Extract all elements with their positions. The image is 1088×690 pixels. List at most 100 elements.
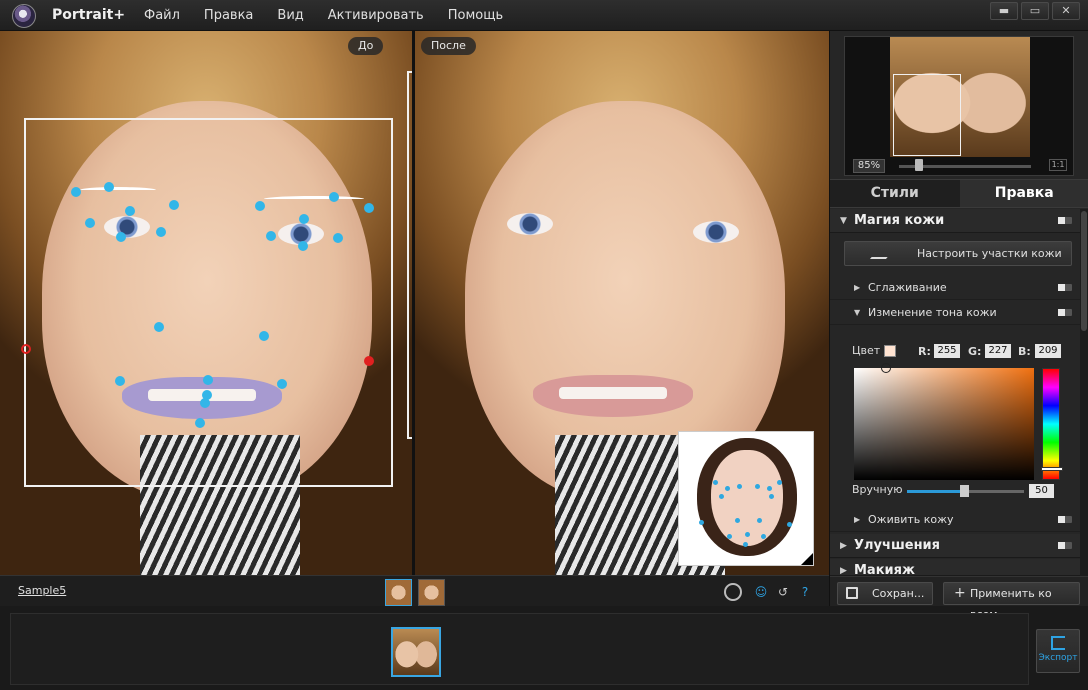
color-row: Цвет R: 255 G: 227 B: 209 <box>852 344 1072 360</box>
collapse-arrow-icon: ▼ <box>840 216 847 226</box>
menu-activate[interactable]: Активировать <box>328 8 424 23</box>
subsection-revive-skin[interactable]: ▶ Оживить кожу <box>830 508 1080 532</box>
guide-point <box>761 534 766 539</box>
adjust-skin-areas-label: Настроить участки кожи <box>917 247 1062 260</box>
feature-point[interactable] <box>200 398 210 408</box>
menu-view[interactable]: Вид <box>277 8 303 23</box>
navigator-view-frame[interactable] <box>893 74 961 156</box>
color-picker-field[interactable] <box>854 363 1034 480</box>
expand-arrow-icon: ▶ <box>854 283 861 292</box>
panel-scrollbar[interactable] <box>1080 209 1088 576</box>
feature-point[interactable] <box>266 231 276 241</box>
g-label: G: <box>968 345 982 358</box>
export-button[interactable]: Экспорт <box>1036 629 1080 673</box>
feature-point[interactable] <box>85 218 95 228</box>
manual-row: Вручную 50 <box>852 483 1077 499</box>
close-button[interactable]: ✕ <box>1052 2 1080 20</box>
before-label: До <box>348 37 384 55</box>
zoom-level: 85% <box>853 159 885 173</box>
smoothing-toggle[interactable] <box>1058 284 1072 291</box>
guide-point <box>713 480 718 485</box>
feature-point[interactable] <box>116 232 126 242</box>
r-value[interactable]: 255 <box>934 344 960 358</box>
panel-scrollbar-thumb[interactable] <box>1081 211 1087 331</box>
editing-canvas[interactable]: До После <box>0 31 829 575</box>
g-value[interactable]: 227 <box>985 344 1011 358</box>
guide-point <box>699 520 704 525</box>
subsection-tone-change[interactable]: ▼ Изменение тона кожи <box>830 301 1080 325</box>
menu-edit[interactable]: Правка <box>204 8 253 23</box>
expand-arrow-icon: ▶ <box>840 541 847 551</box>
tone-change-toggle[interactable] <box>1058 309 1072 316</box>
panel-tabs: Стили Правка <box>830 179 1088 208</box>
revive-skin-label: Оживить кожу <box>868 513 954 526</box>
guide-point <box>719 494 724 499</box>
feature-point[interactable] <box>203 375 213 385</box>
menu-file[interactable]: Файл <box>144 8 180 23</box>
b-value[interactable]: 209 <box>1035 344 1061 358</box>
reset-icon[interactable]: ↺ <box>774 583 792 601</box>
revive-skin-toggle[interactable] <box>1058 516 1072 523</box>
export-label: Экспорт <box>1038 653 1078 663</box>
guide-point <box>787 522 792 527</box>
face-boundary-point[interactable] <box>364 356 374 366</box>
tab-edit[interactable]: Правка <box>959 180 1088 207</box>
adjust-skin-areas-button[interactable]: Настроить участки кожи <box>844 241 1072 266</box>
feature-point[interactable] <box>333 233 343 243</box>
section-makeup[interactable]: ▶ Макияж <box>830 559 1080 576</box>
menu-bar: Файл Правка Вид Активировать Помощь <box>144 8 527 23</box>
save-button[interactable]: Сохран... <box>837 582 933 605</box>
hue-slider[interactable] <box>1041 368 1063 480</box>
improvements-toggle[interactable] <box>1058 542 1072 549</box>
guide-point <box>745 532 750 537</box>
hue-slider-handle[interactable] <box>1041 467 1063 471</box>
title-bar: Portrait+ Файл Правка Вид Активировать П… <box>0 0 1088 31</box>
help-icon[interactable]: ? <box>796 583 814 601</box>
tab-styles[interactable]: Стили <box>830 180 960 207</box>
feature-point[interactable] <box>364 203 374 213</box>
face-thumb-1[interactable] <box>385 579 412 606</box>
feature-point[interactable] <box>329 192 339 202</box>
feature-point[interactable] <box>277 379 287 389</box>
apply-to-all-button[interactable]: + Применить ко всем <box>943 582 1080 621</box>
feature-point[interactable] <box>259 331 269 341</box>
manual-label: Вручную <box>852 483 903 496</box>
color-picker-handle[interactable] <box>881 363 891 373</box>
feature-point[interactable] <box>125 206 135 216</box>
b-label: B: <box>1018 345 1031 358</box>
section-improvements[interactable]: ▶ Улучшения <box>830 534 1080 558</box>
feature-point[interactable] <box>154 322 164 332</box>
face-points-icon[interactable]: ☺ <box>752 583 770 601</box>
manual-value[interactable]: 50 <box>1029 484 1054 498</box>
minimize-button[interactable]: ▬ <box>990 2 1018 20</box>
compare-icon[interactable] <box>724 583 742 601</box>
color-swatch[interactable] <box>884 345 896 357</box>
section-skin-magic[interactable]: ▼ Магия кожи <box>830 209 1080 233</box>
guide-corner-fold <box>801 553 813 565</box>
feature-point[interactable] <box>115 376 125 386</box>
filmstrip-thumbnail[interactable] <box>391 627 441 677</box>
face-boundary-point[interactable] <box>21 344 31 354</box>
manual-slider-thumb[interactable] <box>960 485 969 497</box>
maximize-button[interactable]: ▭ <box>1021 2 1049 20</box>
app-logo-icon <box>12 4 36 28</box>
feature-point[interactable] <box>169 200 179 210</box>
skin-magic-toggle[interactable] <box>1058 217 1072 224</box>
subsection-smoothing[interactable]: ▶ Сглаживание <box>830 276 1080 300</box>
zoom-one-to-one-button[interactable]: 1:1 <box>1049 159 1067 171</box>
feature-point[interactable] <box>298 241 308 251</box>
guide-point <box>769 494 774 499</box>
before-photo[interactable]: До <box>0 31 412 575</box>
current-filename[interactable]: Sample5 <box>18 584 66 597</box>
feature-point[interactable] <box>195 418 205 428</box>
feature-point[interactable] <box>156 227 166 237</box>
menu-help[interactable]: Помощь <box>448 8 503 23</box>
feature-point[interactable] <box>255 201 265 211</box>
zoom-slider-thumb[interactable] <box>915 159 923 171</box>
guide-point <box>767 486 772 491</box>
face-thumb-2[interactable] <box>418 579 445 606</box>
feature-point[interactable] <box>104 182 114 192</box>
feature-point[interactable] <box>299 214 309 224</box>
face-detection-box[interactable] <box>24 118 393 487</box>
feature-point[interactable] <box>71 187 81 197</box>
